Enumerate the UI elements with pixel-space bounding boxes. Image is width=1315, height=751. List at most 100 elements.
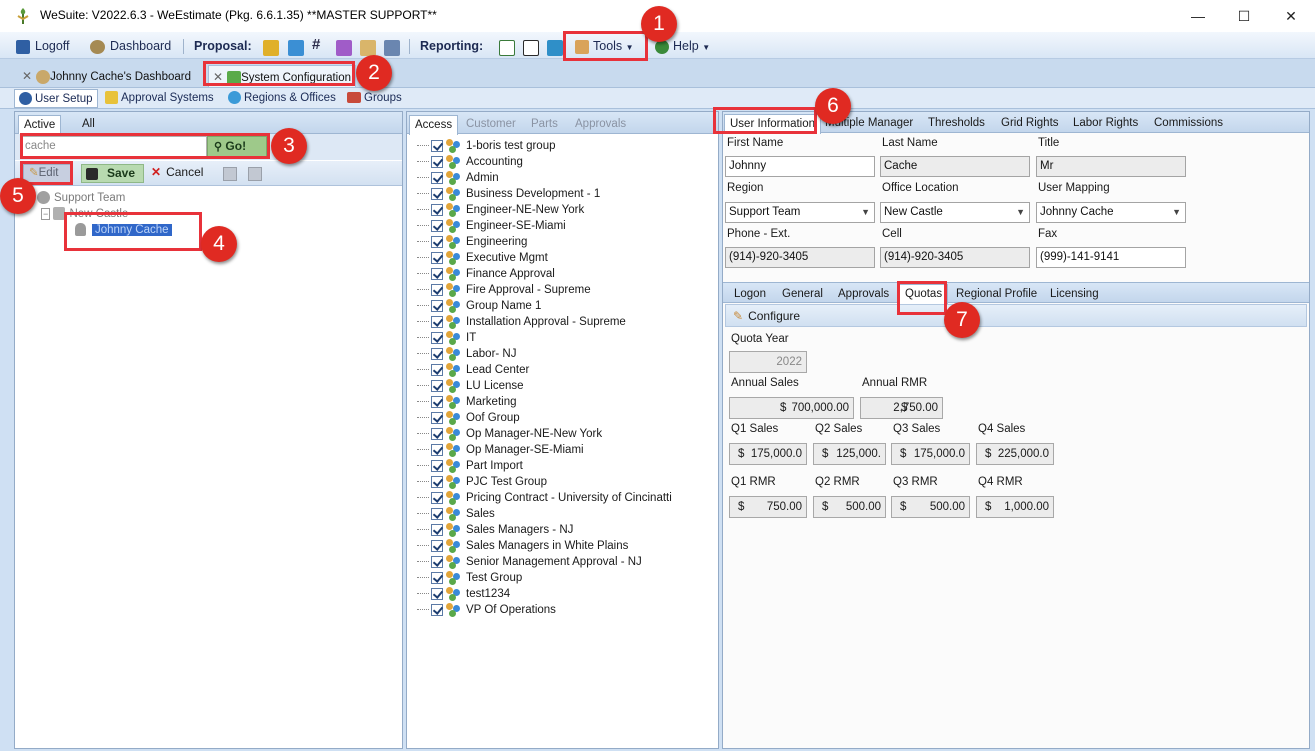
group-list-item[interactable]: Accounting	[417, 154, 523, 170]
group-list-item[interactable]: Fire Approval - Supreme	[417, 282, 591, 298]
group-list-item[interactable]: Op Manager-NE-New York	[417, 426, 602, 442]
tab-logon[interactable]: Logon	[729, 285, 771, 304]
group-list-item[interactable]: Oof Group	[417, 410, 520, 426]
subtab-approval-systems[interactable]: Approval Systems	[105, 89, 214, 108]
q3-sales-field[interactable]: $175,000.0	[891, 443, 970, 465]
group-checkbox[interactable]	[431, 299, 443, 312]
group-list-item[interactable]: Op Manager-SE-Miami	[417, 442, 584, 458]
group-list-item[interactable]: LU License	[417, 378, 524, 394]
group-checkbox[interactable]	[431, 139, 443, 152]
first-name-field[interactable]: Johnny	[725, 156, 875, 177]
group-checkbox[interactable]	[431, 411, 443, 424]
group-checkbox[interactable]	[431, 315, 443, 328]
group-checkbox[interactable]	[431, 587, 443, 600]
q2-rmr-field[interactable]: $500.00	[813, 496, 886, 518]
subtab-groups[interactable]: Groups	[347, 89, 402, 108]
group-checkbox[interactable]	[431, 443, 443, 456]
group-list-item[interactable]: PJC Test Group	[417, 474, 547, 490]
group-checkbox[interactable]	[431, 475, 443, 488]
group-checkbox[interactable]	[431, 603, 443, 616]
save-button[interactable]: Save	[81, 164, 144, 183]
group-list-item[interactable]: Senior Management Approval - NJ	[417, 554, 642, 570]
group-list-item[interactable]: Finance Approval	[417, 266, 555, 282]
tab-access[interactable]: Access	[409, 115, 459, 135]
group-checkbox[interactable]	[431, 379, 443, 392]
q4-sales-field[interactable]: $225,000.0	[976, 443, 1054, 465]
group-checkbox[interactable]	[431, 187, 443, 200]
group-list-item[interactable]: Group Name 1	[417, 298, 541, 314]
tab-thresholds[interactable]: Thresholds	[923, 114, 990, 133]
group-list-item[interactable]: Engineer-SE-Miami	[417, 218, 566, 234]
group-list-item[interactable]: Engineer-NE-New York	[417, 202, 584, 218]
group-checkbox[interactable]	[431, 267, 443, 280]
group-list-item[interactable]: Engineering	[417, 234, 527, 250]
q1-rmr-field[interactable]: $750.00	[729, 496, 807, 518]
cell-field[interactable]: (914)-920-3405	[880, 247, 1030, 268]
title-field[interactable]: Mr	[1036, 156, 1186, 177]
copy-icon[interactable]	[223, 167, 237, 181]
tab-all[interactable]: All	[77, 115, 100, 134]
group-list-item[interactable]: Lead Center	[417, 362, 529, 378]
group-list-item[interactable]: 1-boris test group	[417, 138, 556, 154]
group-checkbox[interactable]	[431, 427, 443, 440]
proposal-print-button[interactable]	[384, 37, 400, 57]
group-list-item[interactable]: Part Import	[417, 458, 523, 474]
tab-commissions[interactable]: Commissions	[1149, 114, 1228, 133]
annual-rmr-field[interactable]: $2,750.00	[860, 397, 943, 419]
dashboard-button[interactable]: Dashboard	[90, 36, 171, 56]
office-location-select[interactable]: New Castle ▼	[880, 202, 1030, 223]
group-list-item[interactable]: Business Development - 1	[417, 186, 600, 202]
group-checkbox[interactable]	[431, 155, 443, 168]
tab-regional-profile[interactable]: Regional Profile	[951, 285, 1042, 304]
group-list-item[interactable]: IT	[417, 330, 476, 346]
q3-rmr-field[interactable]: $500.00	[891, 496, 970, 518]
q4-rmr-field[interactable]: $1,000.00	[976, 496, 1054, 518]
group-list-item[interactable]: Sales Managers in White Plains	[417, 538, 628, 554]
group-checkbox[interactable]	[431, 539, 443, 552]
group-checkbox[interactable]	[431, 507, 443, 520]
group-list-item[interactable]: Marketing	[417, 394, 517, 410]
last-name-field[interactable]: Cache	[880, 156, 1030, 177]
group-checkbox[interactable]	[431, 251, 443, 264]
group-checkbox[interactable]	[431, 571, 443, 584]
tab-labor-rights[interactable]: Labor Rights	[1068, 114, 1143, 133]
group-list-item[interactable]: Labor- NJ	[417, 346, 517, 362]
report-chart-button[interactable]	[499, 37, 515, 57]
group-checkbox[interactable]	[431, 555, 443, 568]
q1-sales-field[interactable]: $175,000.0	[729, 443, 807, 465]
report-db-button[interactable]	[547, 37, 563, 57]
group-checkbox[interactable]	[431, 203, 443, 216]
group-checkbox[interactable]	[431, 347, 443, 360]
tab-parts[interactable]: Parts	[526, 115, 563, 134]
tab-licensing[interactable]: Licensing	[1045, 285, 1104, 304]
annual-sales-field[interactable]: $700,000.00	[729, 397, 854, 419]
group-checkbox[interactable]	[431, 283, 443, 296]
tab-active[interactable]: Active	[18, 115, 62, 135]
group-checkbox[interactable]	[431, 395, 443, 408]
proposal-tools-button[interactable]	[288, 37, 304, 57]
subtab-regions-offices[interactable]: Regions & Offices	[228, 89, 336, 108]
close-tab-icon[interactable]: ✕	[22, 69, 32, 83]
group-list-item[interactable]: Sales Managers - NJ	[417, 522, 573, 538]
group-list-item[interactable]: VP Of Operations	[417, 602, 556, 618]
cancel-button[interactable]: ✕ Cancel	[151, 164, 203, 183]
group-list-item[interactable]: Executive Mgmt	[417, 250, 548, 266]
region-select[interactable]: Support Team ▼	[725, 202, 875, 223]
tab-grid-rights[interactable]: Grid Rights	[996, 114, 1064, 133]
group-list-item[interactable]: Installation Approval - Supreme	[417, 314, 626, 330]
report-chart2-button[interactable]	[523, 37, 539, 57]
group-list-item[interactable]: Admin	[417, 170, 499, 186]
logoff-button[interactable]: Logoff	[16, 36, 70, 56]
tab-approvals[interactable]: Approvals	[570, 115, 631, 134]
user-mapping-select[interactable]: Johnny Cache ▼	[1036, 202, 1186, 223]
tree-region-node[interactable]: Support Team	[37, 190, 125, 206]
group-checkbox[interactable]	[431, 171, 443, 184]
group-list-item[interactable]: test1234	[417, 586, 510, 602]
group-checkbox[interactable]	[431, 459, 443, 472]
subtab-user-setup[interactable]: User Setup	[14, 89, 98, 108]
tab-general[interactable]: General	[777, 285, 828, 304]
minimize-button[interactable]: —	[1175, 4, 1221, 28]
fax-field[interactable]: (999)-141-9141	[1036, 247, 1186, 268]
group-checkbox[interactable]	[431, 363, 443, 376]
phone-field[interactable]: (914)-920-3405	[725, 247, 875, 268]
